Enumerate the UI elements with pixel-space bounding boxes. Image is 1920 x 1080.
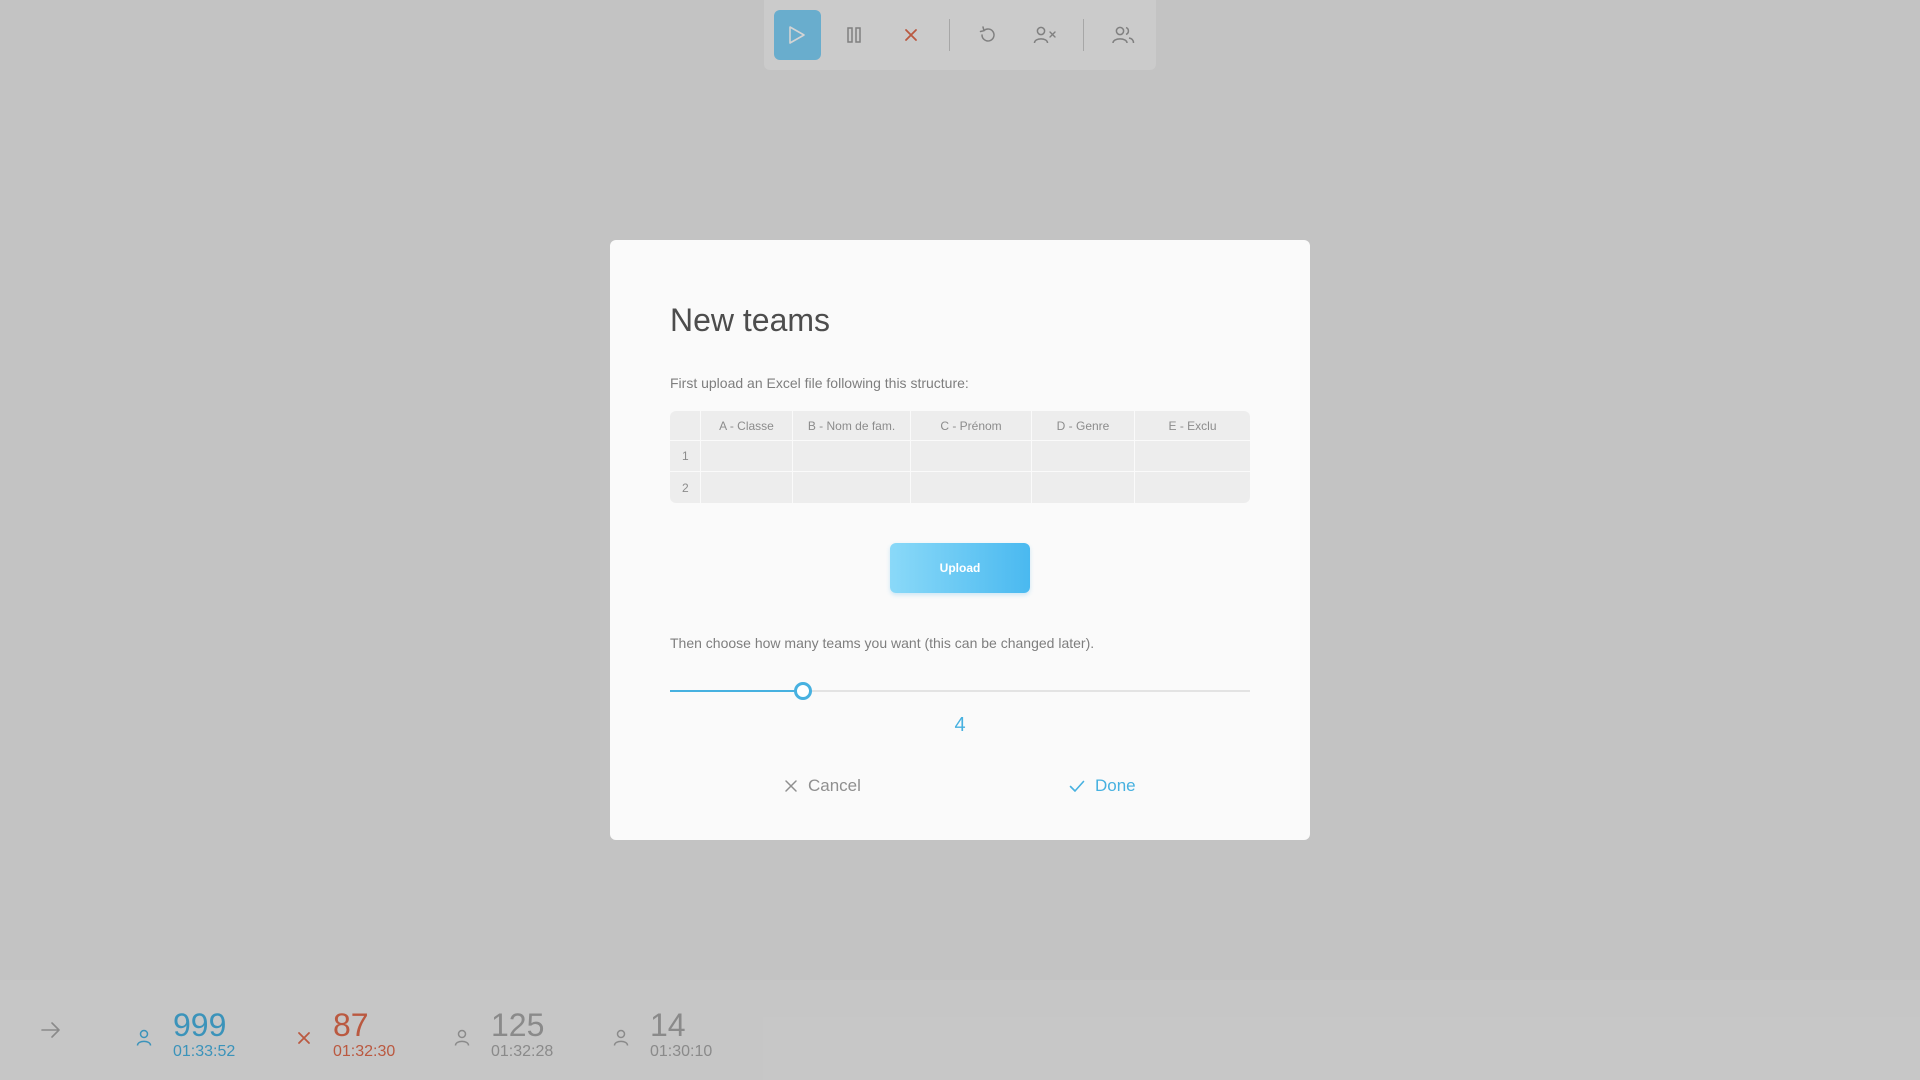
column-header: D - Genre [1032, 411, 1135, 441]
cancel-button[interactable]: Cancel [784, 776, 861, 796]
new-teams-dialog: New teams First upload an Excel file fol… [610, 240, 1310, 840]
close-icon [785, 780, 797, 792]
table-cell [911, 472, 1032, 503]
column-header: A - Classe [701, 411, 793, 441]
table-cell [1135, 472, 1250, 503]
row-number: 2 [670, 472, 701, 503]
table-cell [701, 441, 793, 472]
upload-button[interactable]: Upload [890, 543, 1030, 593]
upload-instruction: First upload an Excel file following thi… [670, 375, 969, 391]
teams-instruction: Then choose how many teams you want (thi… [670, 635, 1095, 651]
check-icon [1069, 780, 1085, 792]
column-header: B - Nom de fam. [793, 411, 911, 441]
done-button[interactable]: Done [1069, 776, 1136, 796]
cancel-label: Cancel [808, 776, 861, 795]
table-cell [793, 472, 911, 503]
column-header: C - Prénom [911, 411, 1032, 441]
table-cell [911, 441, 1032, 472]
team-count-slider-thumb[interactable] [794, 682, 813, 700]
table-cell [793, 441, 911, 472]
table-corner-cell [670, 411, 701, 441]
team-count-value: 4 [954, 714, 966, 736]
done-label: Done [1095, 776, 1136, 795]
table-cell [701, 472, 793, 503]
excel-structure-table: A - Classe B - Nom de fam. C - Prénom D … [670, 411, 1250, 503]
dialog-title: New teams [670, 302, 831, 338]
row-number: 1 [670, 441, 701, 472]
team-count-slider-fill [670, 690, 804, 692]
column-header: E - Exclu [1135, 411, 1250, 441]
table-cell [1032, 441, 1135, 472]
table-cell [1135, 441, 1250, 472]
table-cell [1032, 472, 1135, 503]
